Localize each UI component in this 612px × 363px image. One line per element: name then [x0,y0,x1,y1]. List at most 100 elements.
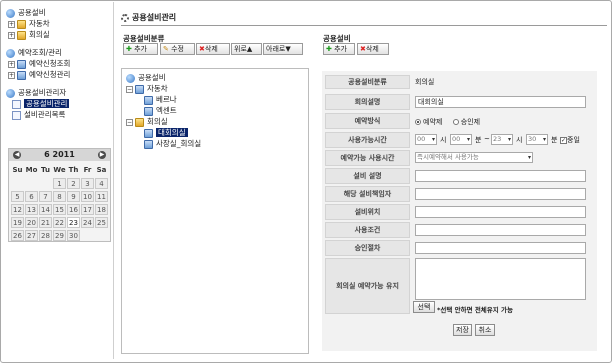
calendar-day[interactable]: 1 [53,178,66,189]
status-select[interactable]: 즉시예약해서 사용가능 [415,152,533,163]
keep-textarea[interactable] [415,258,586,300]
move-up-button[interactable]: 위로▲ [231,43,262,55]
expand-icon[interactable]: + [8,20,15,28]
calendar-day[interactable]: 5 [11,191,24,202]
facility-add-button[interactable]: ✚ 추가 [323,43,355,55]
radio-reservation[interactable] [415,119,421,125]
chevron-right-icon[interactable]: ▶ [98,151,106,159]
approval-input[interactable] [415,242,586,254]
nav-reservation-root[interactable]: 예약조회/관리 [6,47,62,58]
name-input[interactable]: 대회의실 [415,96,586,108]
nav-reservation-manage[interactable]: + 예약신청관리 [8,69,70,80]
start-min-select[interactable]: 00 [450,134,472,145]
condition-label: 사용조건 [325,222,410,238]
calendar-day[interactable]: 27 [25,230,38,241]
tree-car-item-label: 엑센트 [156,106,177,115]
cancel-button[interactable]: 취소 [475,324,495,336]
classification-delete-button[interactable]: ✖삭제 [196,43,230,55]
manager-input[interactable] [415,188,586,200]
chevron-left-icon[interactable]: ◀ [13,151,21,159]
calendar-day[interactable]: 15 [53,204,66,215]
folder-icon [135,84,144,94]
end-min-select[interactable]: 30 [526,134,548,145]
tree-room-item[interactable]: 대회의실 [144,127,188,138]
classification-add-button[interactable]: ✚ 추가 [123,43,158,55]
calendar-day[interactable]: 10 [81,191,94,202]
start-hour-select[interactable]: 00 [415,134,437,145]
form-row-method: 예약방식 예약제 승인제 [322,113,597,129]
nav-meeting-room[interactable]: + 회의실 [8,29,50,40]
calendar-weekday: Fr [83,166,92,174]
pencil-icon: ✎ [163,45,169,53]
calendar-day[interactable]: 9 [67,191,80,202]
folder-icon [135,117,144,127]
tree-room-item[interactable]: 사장실_회의실 [144,138,201,149]
end-hour-unit: 시 [516,136,523,144]
calendar-day[interactable]: 6 [25,191,38,202]
calendar-day-today[interactable]: 23 [67,217,80,228]
calendar-day[interactable]: 11 [95,191,108,202]
calendar-day[interactable]: 18 [95,204,108,215]
category-value: 회의실 [415,78,435,86]
nav-facility-root[interactable]: 공용설비 [6,7,46,18]
tree-car[interactable]: − 자동차 [126,83,168,94]
description-input[interactable] [415,170,586,182]
facility-delete-button[interactable]: ✖삭제 [357,43,389,55]
calendar-day[interactable]: 17 [81,204,94,215]
calendar-day[interactable]: 25 [95,217,108,228]
collapse-icon[interactable]: − [126,118,133,126]
folder-icon [144,128,153,138]
calendar-day[interactable]: 14 [39,204,52,215]
calendar-day[interactable]: 30 [67,230,80,241]
radio-approval[interactable] [452,119,459,125]
save-button[interactable]: 저장 [453,324,472,336]
tree-root[interactable]: 공용설비 [126,72,166,83]
calendar-day[interactable]: 13 [25,204,38,215]
calendar-day[interactable]: 8 [53,191,66,202]
nav-reservation-lookup[interactable]: + 예약신청조회 [8,58,70,69]
method-radio-group: 예약제 승인제 [415,117,480,127]
form-row-category: 공용설비분류 회의실 [322,75,597,89]
folder-icon [17,19,26,29]
calendar-day[interactable]: 16 [67,204,80,215]
end-hour-select[interactable]: 23 [491,134,513,145]
calendar-day[interactable]: 4 [95,178,108,189]
nav-facility-list[interactable]: 설비관리목록 [12,109,65,120]
expand-icon[interactable]: + [8,71,15,79]
calendar-day[interactable]: 21 [39,217,52,228]
facility-detail-form: 공용설비분류 회의실 회의설명 대회의실 예약방식 예약제 승인제 사용가능시간… [322,71,597,351]
condition-input[interactable] [415,224,586,236]
nav-admin-root[interactable]: 공용설비관리자 [6,87,66,98]
move-down-button[interactable]: 아래로▼ [263,43,303,55]
calendar-day[interactable]: 7 [39,191,52,202]
calendar-day[interactable]: 2 [67,178,80,189]
calendar-weekday: We [53,166,66,174]
range-separator: ~ [484,135,490,143]
tree-meeting-room[interactable]: − 회의실 [126,116,168,127]
calendar-day[interactable]: 28 [39,230,52,241]
tree-car-item[interactable]: 베르나 [144,94,177,105]
description-label: 설비 설명 [325,168,410,184]
expand-icon[interactable]: + [8,31,15,39]
nav-facility-manage[interactable]: 공용설비관리 [12,98,70,109]
select-button[interactable]: 선택 [413,301,435,313]
calendar-day[interactable]: 22 [53,217,66,228]
calendar-day[interactable]: 26 [11,230,24,241]
calendar-day[interactable]: 12 [11,204,24,215]
nav-facility-list-label: 설비관리목록 [24,110,66,119]
calendar-day[interactable]: 29 [53,230,66,241]
location-input[interactable] [415,206,586,218]
calendar-day[interactable]: 19 [11,217,24,228]
classification-edit-button[interactable]: ✎ 수정 [160,43,195,55]
collapse-icon[interactable]: − [126,85,133,93]
tree-car-item[interactable]: 엑센트 [144,105,177,116]
calendar-day[interactable]: 20 [25,217,38,228]
folder-icon [17,59,26,69]
expand-icon[interactable]: + [8,60,15,68]
calendar-weekday: Mo [25,166,38,174]
stop-checkbox[interactable]: ✓ [560,136,567,144]
stop-label: 중일 [567,136,580,144]
nav-car[interactable]: + 자동차 [8,18,50,29]
calendar-day[interactable]: 3 [81,178,94,189]
calendar-day[interactable]: 24 [81,217,94,228]
